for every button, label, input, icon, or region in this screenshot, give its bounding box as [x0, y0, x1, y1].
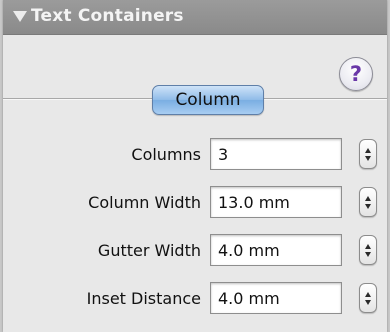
columns-field[interactable]: 3	[210, 138, 342, 170]
inset-distance-row: Inset Distance 4.0 mm	[3, 282, 387, 316]
help-button[interactable]: ?	[339, 57, 373, 91]
column-width-row: Column Width 13.0 mm	[3, 186, 387, 220]
disclosure-triangle-icon[interactable]	[13, 11, 27, 22]
column-width-stepper[interactable]	[359, 187, 377, 217]
panel-title: Text Containers	[31, 6, 184, 26]
panel-titlebar[interactable]: Text Containers	[3, 0, 387, 35]
gutter-width-row: Gutter Width 4.0 mm	[3, 234, 387, 268]
stepper-up-icon[interactable]	[365, 292, 371, 297]
inset-distance-stepper[interactable]	[359, 283, 377, 313]
stepper-down-icon[interactable]	[365, 300, 371, 305]
inset-distance-label: Inset Distance	[86, 289, 201, 308]
stepper-down-icon[interactable]	[365, 252, 371, 257]
column-width-field[interactable]: 13.0 mm	[210, 186, 342, 218]
columns-label: Columns	[131, 145, 201, 164]
stepper-down-icon[interactable]	[365, 156, 371, 161]
gutter-width-field[interactable]: 4.0 mm	[210, 234, 342, 266]
text-containers-panel: Text Containers ? Column Columns 3 Colum…	[3, 0, 387, 332]
columns-stepper[interactable]	[359, 139, 377, 169]
stepper-down-icon[interactable]	[365, 204, 371, 209]
stepper-up-icon[interactable]	[365, 148, 371, 153]
gutter-width-stepper[interactable]	[359, 235, 377, 265]
columns-row: Columns 3	[3, 138, 387, 172]
tab-column[interactable]: Column	[152, 85, 264, 115]
column-width-label: Column Width	[88, 193, 201, 212]
stepper-up-icon[interactable]	[365, 196, 371, 201]
gutter-width-label: Gutter Width	[97, 241, 201, 260]
inset-distance-field[interactable]: 4.0 mm	[210, 282, 342, 314]
stepper-up-icon[interactable]	[365, 244, 371, 249]
